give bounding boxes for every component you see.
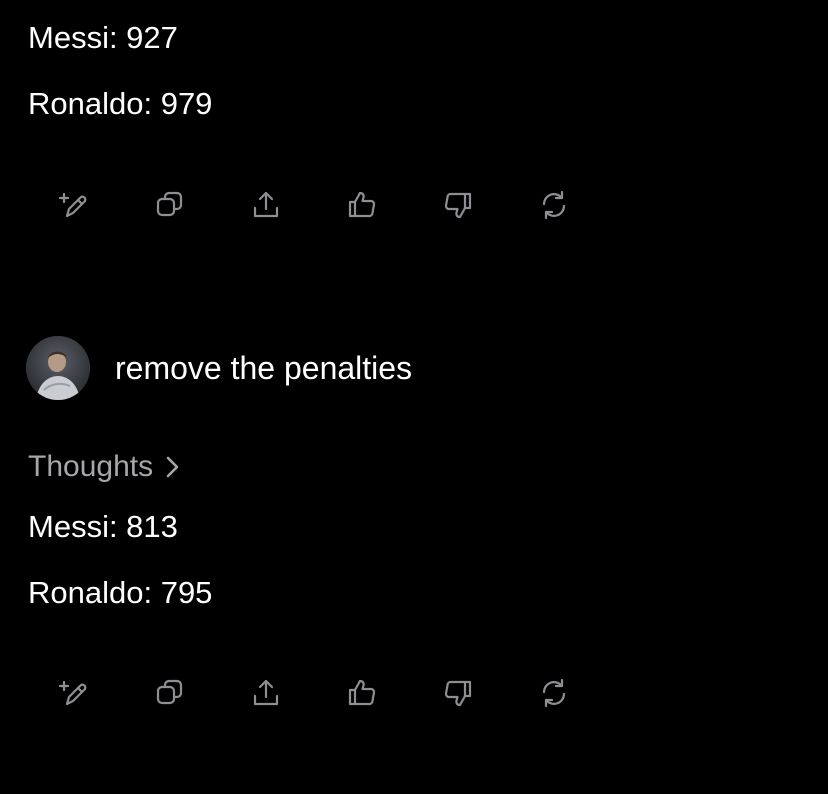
- thoughts-toggle[interactable]: Thoughts: [28, 448, 183, 486]
- edit-icon: [58, 192, 87, 218]
- edit-icon: [58, 680, 87, 706]
- regenerate-icon: [542, 190, 566, 220]
- thumbs-up-button[interactable]: [340, 673, 384, 713]
- avatar-image: [26, 336, 90, 400]
- response-line-ronaldo: Ronaldo: 795: [28, 575, 213, 610]
- thumbs-down-icon: [444, 680, 472, 707]
- copy-icon: [156, 679, 183, 705]
- regenerate-button[interactable]: [532, 185, 576, 225]
- copy-button[interactable]: [148, 185, 192, 225]
- edit-button[interactable]: [52, 673, 96, 713]
- response-line-ronaldo: Ronaldo: 979: [28, 86, 213, 121]
- edit-button[interactable]: [52, 185, 96, 225]
- share-icon: [253, 679, 279, 706]
- thumbs-up-icon: [348, 679, 376, 706]
- thoughts-label: Thoughts: [28, 450, 154, 483]
- thumbs-up-icon: [348, 191, 376, 218]
- regenerate-button[interactable]: [532, 673, 576, 713]
- thumbs-down-button[interactable]: [436, 673, 480, 713]
- response-line-messi: Messi: 927: [28, 20, 178, 55]
- user-message: remove the penalties: [26, 336, 412, 400]
- thumbs-down-icon: [444, 192, 472, 219]
- thumbs-down-button[interactable]: [436, 185, 480, 225]
- thumbs-up-button[interactable]: [340, 185, 384, 225]
- share-icon: [253, 191, 279, 218]
- response-line-messi: Messi: 813: [28, 509, 178, 544]
- share-button[interactable]: [244, 185, 288, 225]
- share-button[interactable]: [244, 673, 288, 713]
- copy-icon: [156, 191, 183, 217]
- copy-button[interactable]: [148, 673, 192, 713]
- user-message-text: remove the penalties: [115, 349, 413, 386]
- chevron-right-icon: [166, 456, 179, 478]
- regenerate-icon: [542, 678, 566, 708]
- response-toolbar: [52, 673, 576, 713]
- avatar: [26, 336, 90, 400]
- response-toolbar: [52, 185, 576, 225]
